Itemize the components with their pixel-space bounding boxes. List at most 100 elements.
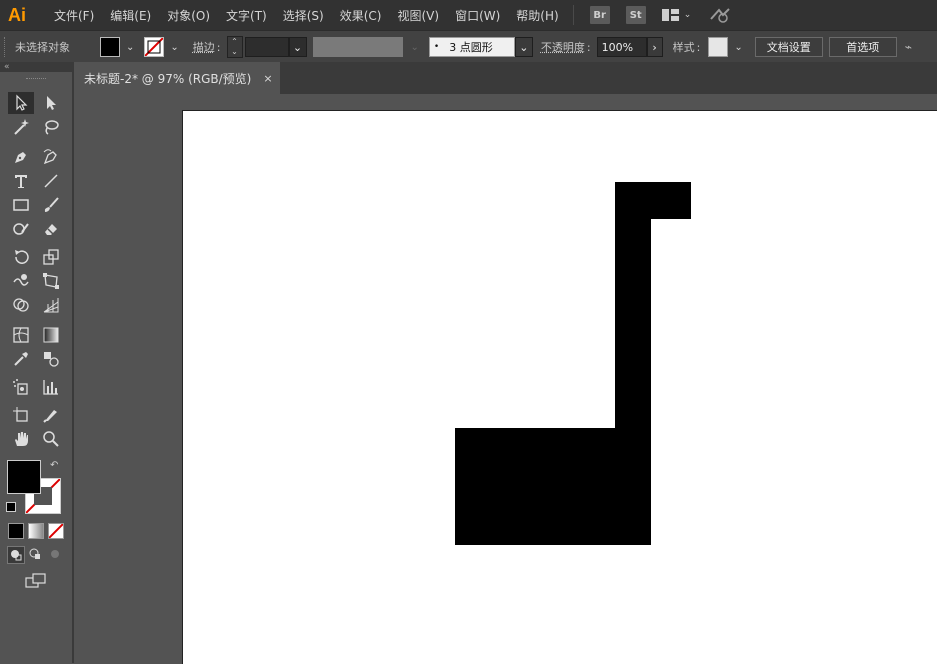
menu-object[interactable]: 对象(O) bbox=[167, 7, 210, 24]
menu-window[interactable]: 窗口(W) bbox=[455, 7, 500, 24]
warp-tool[interactable] bbox=[8, 270, 34, 292]
perspective-grid-tool[interactable] bbox=[38, 294, 64, 316]
eyedropper-tool[interactable] bbox=[8, 348, 34, 370]
graphic-style-swatch[interactable] bbox=[708, 37, 729, 57]
gradient-mode-button[interactable] bbox=[28, 523, 44, 539]
slice-knife-icon bbox=[43, 410, 57, 423]
paintbrush-tool[interactable] bbox=[38, 194, 64, 216]
artboard-icon bbox=[13, 407, 28, 422]
chevron-down-icon[interactable]: ⌄ bbox=[411, 42, 419, 53]
stroke-weight-dropdown[interactable]: ⌄ bbox=[288, 37, 307, 57]
curvature-tool[interactable] bbox=[38, 146, 64, 168]
eraser-tool[interactable] bbox=[38, 218, 64, 240]
slice-tool[interactable] bbox=[38, 404, 64, 426]
gradient-tool[interactable] bbox=[38, 324, 64, 346]
menu-effect[interactable]: 效果(C) bbox=[340, 7, 382, 24]
document-setup-button[interactable]: 文档设置 bbox=[754, 37, 823, 57]
column-graph-tool[interactable] bbox=[38, 376, 64, 398]
blend-tool[interactable] bbox=[38, 348, 64, 370]
close-icon[interactable]: × bbox=[263, 72, 272, 85]
brush-value: 3 点圆形 bbox=[449, 41, 493, 54]
draw-behind-button[interactable] bbox=[27, 546, 43, 562]
variable-width-profile[interactable] bbox=[312, 37, 403, 57]
rotate-icon bbox=[15, 250, 29, 264]
hand-icon bbox=[15, 432, 28, 446]
chevron-down-icon[interactable]: ⌄ bbox=[170, 42, 178, 53]
menu-edit[interactable]: 编辑(E) bbox=[110, 7, 151, 24]
rotate-tool[interactable] bbox=[8, 246, 34, 268]
selection-status: 未选择对象 bbox=[15, 41, 70, 54]
colon: : bbox=[696, 40, 701, 54]
shape-builder-tool[interactable] bbox=[8, 294, 34, 316]
direct-selection-tool[interactable] bbox=[38, 92, 64, 114]
column-graph-icon bbox=[43, 380, 58, 395]
free-transform-tool[interactable] bbox=[38, 270, 64, 292]
menu-type[interactable]: 文字(T) bbox=[226, 7, 267, 24]
scale-tool[interactable] bbox=[38, 246, 64, 268]
stroke-swatch[interactable] bbox=[144, 37, 165, 57]
menu-help[interactable]: 帮助(H) bbox=[516, 7, 558, 24]
brush-definition-field[interactable]: • 3 点圆形 bbox=[428, 37, 515, 57]
document-tab[interactable]: 未标题-2* @ 97% (RGB/预览) × bbox=[74, 62, 280, 94]
direct-selection-arrow-icon bbox=[47, 96, 56, 110]
stock-button[interactable]: St bbox=[625, 6, 646, 24]
eyedropper-icon bbox=[14, 352, 28, 366]
stroke-weight-input[interactable] bbox=[244, 37, 289, 57]
color-mode-button[interactable] bbox=[8, 523, 24, 539]
fill-swatch[interactable] bbox=[100, 37, 120, 57]
opacity-arrow-button[interactable]: › bbox=[646, 37, 663, 57]
opacity-value: 100% bbox=[601, 40, 634, 54]
shaper-icon bbox=[13, 223, 29, 235]
mesh-tool[interactable] bbox=[8, 324, 34, 346]
default-fill-stroke-icon[interactable] bbox=[6, 502, 16, 512]
fill-color-front[interactable] bbox=[7, 460, 41, 494]
tools-panel: « ↶ bbox=[0, 62, 74, 663]
artboard-tool[interactable] bbox=[8, 404, 34, 426]
line-segment-icon bbox=[44, 174, 58, 188]
chevron-down-icon[interactable]: ⌄ bbox=[126, 42, 134, 53]
symbol-sprayer-tool[interactable] bbox=[8, 376, 34, 398]
line-segment-tool[interactable] bbox=[38, 170, 64, 192]
draw-normal-icon bbox=[11, 550, 22, 561]
bridge-button[interactable]: Br bbox=[589, 6, 610, 24]
lasso-tool[interactable] bbox=[38, 116, 64, 138]
canvas-area[interactable] bbox=[74, 94, 937, 664]
magic-wand-tool[interactable] bbox=[8, 116, 34, 138]
artboard[interactable] bbox=[182, 110, 937, 664]
music-note-stem[interactable] bbox=[615, 182, 651, 442]
blend-icon bbox=[44, 352, 59, 367]
screen-mode-button[interactable] bbox=[24, 572, 48, 590]
workspace-layout-icon[interactable]: ⌄ bbox=[661, 8, 691, 22]
hand-tool[interactable] bbox=[8, 428, 34, 450]
swap-fill-stroke-icon[interactable]: ↶ bbox=[50, 460, 58, 471]
menu-file[interactable]: 文件(F) bbox=[54, 7, 94, 24]
style-label: 样式 bbox=[672, 41, 695, 54]
brush-definition-dropdown[interactable]: ⌄ bbox=[514, 37, 533, 57]
pen-tool[interactable] bbox=[8, 146, 34, 168]
music-note-head[interactable] bbox=[455, 428, 651, 545]
lasso-icon bbox=[45, 120, 59, 135]
panel-collapse-icon[interactable]: « bbox=[0, 62, 72, 72]
magic-wand-icon bbox=[14, 119, 29, 135]
selection-tool[interactable] bbox=[8, 92, 34, 114]
opacity-input[interactable]: 100% bbox=[596, 37, 647, 57]
gpu-performance-icon[interactable] bbox=[709, 7, 731, 23]
rectangle-tool[interactable] bbox=[8, 194, 34, 216]
draw-normal-button[interactable] bbox=[7, 546, 25, 564]
draw-inside-button[interactable] bbox=[47, 546, 63, 562]
zoom-tool[interactable] bbox=[38, 428, 64, 450]
none-mode-button[interactable] bbox=[48, 523, 64, 539]
chevron-down-icon[interactable]: ⌄ bbox=[734, 42, 742, 53]
stroke-weight-stepper[interactable]: ⌃ ⌄ bbox=[226, 36, 243, 58]
shaper-tool[interactable] bbox=[8, 218, 34, 240]
align-icon[interactable]: ⌁ bbox=[905, 40, 912, 54]
stroke-label[interactable]: 描边 bbox=[193, 39, 215, 55]
type-tool[interactable] bbox=[8, 170, 34, 192]
menu-select[interactable]: 选择(S) bbox=[283, 7, 324, 24]
menu-view[interactable]: 视图(V) bbox=[397, 7, 439, 24]
preferences-button[interactable]: 首选项 bbox=[828, 37, 897, 57]
brush-dot: • bbox=[433, 42, 440, 52]
document-tab-bar: 未标题-2* @ 97% (RGB/预览) × bbox=[74, 62, 937, 94]
opacity-label[interactable]: 不透明度 bbox=[541, 39, 585, 55]
panel-grip[interactable] bbox=[26, 78, 46, 81]
